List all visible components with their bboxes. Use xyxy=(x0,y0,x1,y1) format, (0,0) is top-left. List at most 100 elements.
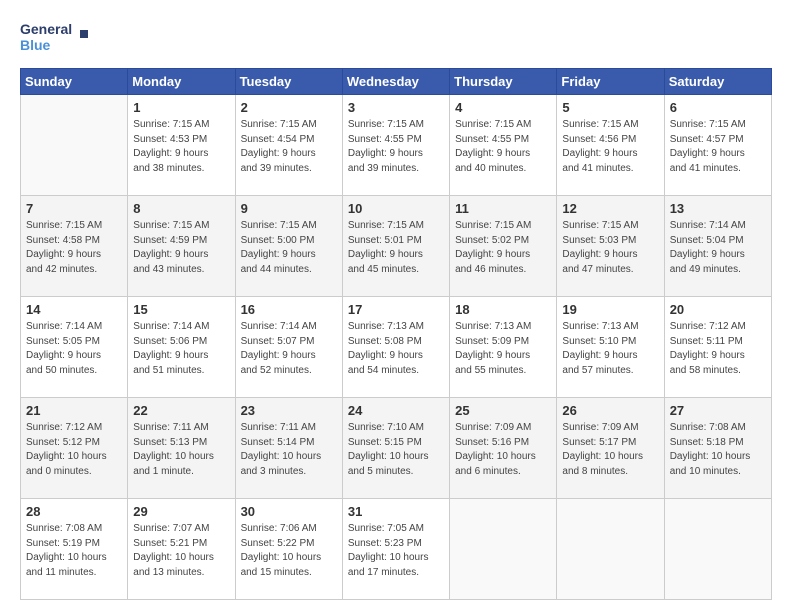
day-cell: 23Sunrise: 7:11 AMSunset: 5:14 PMDayligh… xyxy=(235,398,342,499)
day-number: 9 xyxy=(241,200,337,218)
day-info: Sunrise: 7:08 AMSunset: 5:19 PMDaylight:… xyxy=(26,522,122,580)
day-number: 19 xyxy=(562,301,658,319)
day-cell: 10Sunrise: 7:15 AMSunset: 5:01 PMDayligh… xyxy=(342,196,449,297)
col-header-sunday: Sunday xyxy=(21,69,128,95)
day-info: Sunrise: 7:15 AMSunset: 4:55 PMDaylight:… xyxy=(348,118,444,176)
day-info: Sunrise: 7:06 AMSunset: 5:22 PMDaylight:… xyxy=(241,522,337,580)
day-info: Sunrise: 7:10 AMSunset: 5:15 PMDaylight:… xyxy=(348,421,444,479)
day-info: Sunrise: 7:15 AMSunset: 4:57 PMDaylight:… xyxy=(670,118,766,176)
day-cell: 29Sunrise: 7:07 AMSunset: 5:21 PMDayligh… xyxy=(128,499,235,600)
day-info: Sunrise: 7:14 AMSunset: 5:07 PMDaylight:… xyxy=(241,320,337,378)
day-number: 6 xyxy=(670,99,766,117)
calendar-table: SundayMondayTuesdayWednesdayThursdayFrid… xyxy=(20,68,772,600)
day-number: 3 xyxy=(348,99,444,117)
day-info: Sunrise: 7:13 AMSunset: 5:10 PMDaylight:… xyxy=(562,320,658,378)
day-number: 7 xyxy=(26,200,122,218)
week-row-2: 7Sunrise: 7:15 AMSunset: 4:58 PMDaylight… xyxy=(21,196,772,297)
header-row: SundayMondayTuesdayWednesdayThursdayFrid… xyxy=(21,69,772,95)
day-cell: 8Sunrise: 7:15 AMSunset: 4:59 PMDaylight… xyxy=(128,196,235,297)
day-info: Sunrise: 7:12 AMSunset: 5:11 PMDaylight:… xyxy=(670,320,766,378)
col-header-monday: Monday xyxy=(128,69,235,95)
day-info: Sunrise: 7:15 AMSunset: 5:03 PMDaylight:… xyxy=(562,219,658,277)
day-number: 23 xyxy=(241,402,337,420)
day-info: Sunrise: 7:15 AMSunset: 4:59 PMDaylight:… xyxy=(133,219,229,277)
day-number: 29 xyxy=(133,503,229,521)
page: General Blue SundayMondayTuesdayWednesda… xyxy=(0,0,792,612)
day-number: 1 xyxy=(133,99,229,117)
day-info: Sunrise: 7:07 AMSunset: 5:21 PMDaylight:… xyxy=(133,522,229,580)
day-cell: 17Sunrise: 7:13 AMSunset: 5:08 PMDayligh… xyxy=(342,297,449,398)
day-cell: 26Sunrise: 7:09 AMSunset: 5:17 PMDayligh… xyxy=(557,398,664,499)
day-cell: 20Sunrise: 7:12 AMSunset: 5:11 PMDayligh… xyxy=(664,297,771,398)
day-info: Sunrise: 7:15 AMSunset: 5:01 PMDaylight:… xyxy=(348,219,444,277)
day-number: 28 xyxy=(26,503,122,521)
day-info: Sunrise: 7:11 AMSunset: 5:13 PMDaylight:… xyxy=(133,421,229,479)
day-cell xyxy=(450,499,557,600)
day-cell: 31Sunrise: 7:05 AMSunset: 5:23 PMDayligh… xyxy=(342,499,449,600)
day-cell: 7Sunrise: 7:15 AMSunset: 4:58 PMDaylight… xyxy=(21,196,128,297)
day-cell: 16Sunrise: 7:14 AMSunset: 5:07 PMDayligh… xyxy=(235,297,342,398)
day-cell xyxy=(557,499,664,600)
col-header-friday: Friday xyxy=(557,69,664,95)
day-info: Sunrise: 7:12 AMSunset: 5:12 PMDaylight:… xyxy=(26,421,122,479)
day-number: 5 xyxy=(562,99,658,117)
day-cell: 5Sunrise: 7:15 AMSunset: 4:56 PMDaylight… xyxy=(557,95,664,196)
day-cell: 24Sunrise: 7:10 AMSunset: 5:15 PMDayligh… xyxy=(342,398,449,499)
svg-text:General: General xyxy=(20,21,72,37)
day-number: 25 xyxy=(455,402,551,420)
day-number: 11 xyxy=(455,200,551,218)
day-info: Sunrise: 7:13 AMSunset: 5:08 PMDaylight:… xyxy=(348,320,444,378)
day-info: Sunrise: 7:15 AMSunset: 4:55 PMDaylight:… xyxy=(455,118,551,176)
day-number: 22 xyxy=(133,402,229,420)
svg-text:Blue: Blue xyxy=(20,37,51,53)
day-cell: 4Sunrise: 7:15 AMSunset: 4:55 PMDaylight… xyxy=(450,95,557,196)
day-info: Sunrise: 7:15 AMSunset: 5:00 PMDaylight:… xyxy=(241,219,337,277)
col-header-tuesday: Tuesday xyxy=(235,69,342,95)
col-header-thursday: Thursday xyxy=(450,69,557,95)
header: General Blue xyxy=(20,16,772,58)
day-cell: 14Sunrise: 7:14 AMSunset: 5:05 PMDayligh… xyxy=(21,297,128,398)
day-info: Sunrise: 7:13 AMSunset: 5:09 PMDaylight:… xyxy=(455,320,551,378)
day-info: Sunrise: 7:14 AMSunset: 5:05 PMDaylight:… xyxy=(26,320,122,378)
day-number: 16 xyxy=(241,301,337,319)
day-cell xyxy=(21,95,128,196)
day-cell: 25Sunrise: 7:09 AMSunset: 5:16 PMDayligh… xyxy=(450,398,557,499)
day-cell: 22Sunrise: 7:11 AMSunset: 5:13 PMDayligh… xyxy=(128,398,235,499)
day-cell: 30Sunrise: 7:06 AMSunset: 5:22 PMDayligh… xyxy=(235,499,342,600)
day-cell: 21Sunrise: 7:12 AMSunset: 5:12 PMDayligh… xyxy=(21,398,128,499)
day-info: Sunrise: 7:15 AMSunset: 4:56 PMDaylight:… xyxy=(562,118,658,176)
day-info: Sunrise: 7:15 AMSunset: 5:02 PMDaylight:… xyxy=(455,219,551,277)
day-info: Sunrise: 7:05 AMSunset: 5:23 PMDaylight:… xyxy=(348,522,444,580)
day-number: 26 xyxy=(562,402,658,420)
day-number: 8 xyxy=(133,200,229,218)
day-info: Sunrise: 7:11 AMSunset: 5:14 PMDaylight:… xyxy=(241,421,337,479)
day-cell: 19Sunrise: 7:13 AMSunset: 5:10 PMDayligh… xyxy=(557,297,664,398)
day-number: 13 xyxy=(670,200,766,218)
logo: General Blue xyxy=(20,16,90,58)
day-info: Sunrise: 7:14 AMSunset: 5:04 PMDaylight:… xyxy=(670,219,766,277)
day-number: 21 xyxy=(26,402,122,420)
day-number: 18 xyxy=(455,301,551,319)
week-row-5: 28Sunrise: 7:08 AMSunset: 5:19 PMDayligh… xyxy=(21,499,772,600)
day-number: 15 xyxy=(133,301,229,319)
day-cell: 6Sunrise: 7:15 AMSunset: 4:57 PMDaylight… xyxy=(664,95,771,196)
day-number: 24 xyxy=(348,402,444,420)
day-cell: 3Sunrise: 7:15 AMSunset: 4:55 PMDaylight… xyxy=(342,95,449,196)
day-cell: 27Sunrise: 7:08 AMSunset: 5:18 PMDayligh… xyxy=(664,398,771,499)
day-cell: 11Sunrise: 7:15 AMSunset: 5:02 PMDayligh… xyxy=(450,196,557,297)
week-row-4: 21Sunrise: 7:12 AMSunset: 5:12 PMDayligh… xyxy=(21,398,772,499)
day-info: Sunrise: 7:14 AMSunset: 5:06 PMDaylight:… xyxy=(133,320,229,378)
day-cell: 28Sunrise: 7:08 AMSunset: 5:19 PMDayligh… xyxy=(21,499,128,600)
day-cell: 2Sunrise: 7:15 AMSunset: 4:54 PMDaylight… xyxy=(235,95,342,196)
day-number: 14 xyxy=(26,301,122,319)
day-number: 17 xyxy=(348,301,444,319)
day-number: 31 xyxy=(348,503,444,521)
day-number: 20 xyxy=(670,301,766,319)
week-row-1: 1Sunrise: 7:15 AMSunset: 4:53 PMDaylight… xyxy=(21,95,772,196)
col-header-saturday: Saturday xyxy=(664,69,771,95)
day-number: 10 xyxy=(348,200,444,218)
day-cell: 12Sunrise: 7:15 AMSunset: 5:03 PMDayligh… xyxy=(557,196,664,297)
week-row-3: 14Sunrise: 7:14 AMSunset: 5:05 PMDayligh… xyxy=(21,297,772,398)
day-number: 12 xyxy=(562,200,658,218)
day-cell xyxy=(664,499,771,600)
